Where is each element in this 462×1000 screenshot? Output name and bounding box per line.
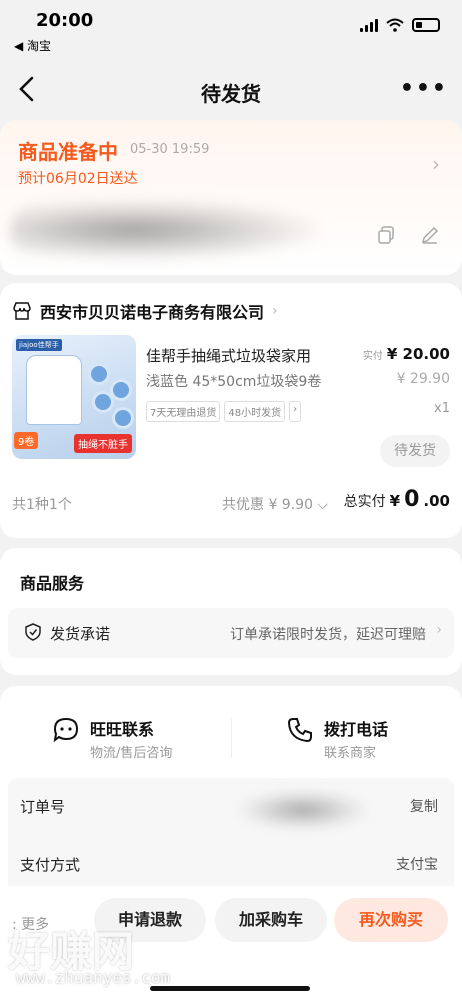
shipping-promise-row[interactable]: 发货承诺 订单承诺限时发货，延迟可理赔 › [8,608,454,658]
page-title: 待发货 [201,82,261,106]
wifi-icon [386,18,404,32]
status-bar: 20:00 ◀ 淘宝 [0,0,462,58]
item-count: 共1种1个 [12,497,72,513]
chat-bubble-icon [53,717,79,743]
product-brand: jiajoo佳帮手 [16,339,62,351]
contact-sublabel: 物流/售后咨询 [90,746,173,761]
order-item-card: 西安市贝贝诺电子商务有限公司 › jiajoo佳帮手 9卷 抽绳不脏手 佳帮手抽… [0,283,462,538]
roll-illustration [92,391,114,413]
service-tag: › [289,401,302,422]
price-row: 实付 ¥ 20.00 [363,345,450,363]
price-label: 实付 [362,351,383,362]
service-card: 商品服务 发货承诺 订单承诺限时发货，延迟可理赔 › [0,548,462,675]
price-value: ¥ 20.00 [386,345,450,363]
shield-check-icon [25,623,41,641]
discount-summary[interactable]: 共优惠 ¥ 9.90 ⌵ [222,494,328,514]
contact-label: 旺旺联系 [90,720,155,739]
shop-name: 西安市贝贝诺电子商务有限公司 [40,303,265,322]
rebuy-button[interactable]: 再次购买 [334,898,448,942]
call-merchant-button[interactable]: 拨打电话 联系商家 [286,716,388,761]
back-to-app-link[interactable]: ◀ 淘宝 [14,37,51,54]
nav-bar: 待发货 ••• [0,62,462,118]
product-spec: 浅蓝色 45*50cm垃圾袋9卷 [146,374,322,390]
edit-icon[interactable] [420,225,440,245]
total-decimal: .00 [423,492,450,510]
total-currency: ¥ [389,492,401,510]
payment-method-value: 支付宝 [396,857,438,873]
status-time: 20:00 [36,10,94,31]
status-icons [360,18,440,32]
chevron-right-icon: › [272,303,278,319]
shop-row[interactable]: 西安市贝贝诺电子商务有限公司 › [12,299,278,323]
chevron-right-icon: › [436,622,442,638]
delivery-eta: 预计06月02日送达 [18,171,138,187]
product-image[interactable]: jiajoo佳帮手 9卷 抽绳不脏手 [12,335,136,459]
phone-icon [287,718,312,743]
total-label: 总实付 [343,494,386,510]
service-tag: 48小时发货 [224,401,286,422]
pending-shipment-button[interactable]: 待发货 [380,435,450,467]
product-count-badge: 9卷 [14,432,39,449]
roll-illustration [112,407,134,429]
quantity: x1 [434,401,450,416]
contact-label: 拨打电话 [324,720,389,739]
order-status-title: 商品准备中 [18,140,118,164]
roll-illustration [88,363,110,385]
copy-icon[interactable] [376,225,396,245]
original-price: ¥ 29.90 [396,371,450,387]
product-tags: 7天无理由退货 48小时发货 › [146,401,356,422]
chevron-right-icon[interactable]: › [432,152,440,176]
order-status-time: 05-30 19:59 [130,142,210,157]
more-icon[interactable]: ••• [400,76,448,101]
battery-icon [412,18,440,32]
total-integer: 0 [404,487,420,512]
blurred-address [10,200,320,260]
total-paid: 总实付 ¥ 0 .00 [344,487,450,512]
home-indicator[interactable] [150,986,310,991]
bag-illustration [26,355,82,425]
service-label: 发货承诺 [50,625,111,643]
signal-icon [360,18,378,32]
service-desc: 订单承诺限时发货，延迟可理赔 [230,627,426,643]
copy-button[interactable]: 复制 [410,796,438,816]
product-banner: 抽绳不脏手 [74,434,132,453]
add-cart-button[interactable]: 加采购车 [215,898,327,942]
watermark-url: www.zhuanyes.com [16,968,171,987]
divider [231,718,232,758]
payment-method-label: 支付方式 [20,856,81,874]
bottom-action-bar: : 更多 申请退款 加采购车 再次购买 好赚网 www.zhuanyes.com [0,886,462,1000]
service-title: 商品服务 [20,574,85,593]
blurred-order-number [238,790,368,830]
order-number-label: 订单号 [20,798,66,816]
service-tag: 7天无理由退货 [146,401,221,422]
shop-icon [13,302,31,320]
product-title[interactable]: 佳帮手抽绳式垃圾袋家用 [146,345,311,366]
order-status-card[interactable]: 商品准备中 05-30 19:59 预计06月02日送达 › [0,120,462,275]
contact-sublabel: 联系商家 [324,746,377,761]
wangwang-contact-button[interactable]: 旺旺联系 物流/售后咨询 [52,716,172,761]
order-info-block: 订单号 复制 支付方式 支付宝 [8,778,454,898]
